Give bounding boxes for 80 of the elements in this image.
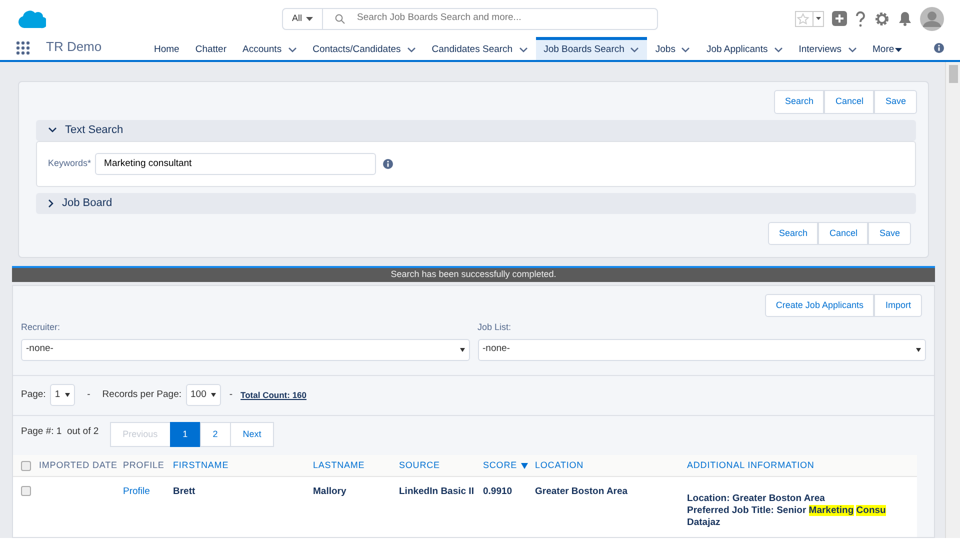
nav-tab[interactable]: Contacts/Candidates xyxy=(304,37,424,60)
chevron-right-icon xyxy=(48,198,54,208)
table-cell-text: Greater Boston Area xyxy=(535,485,628,499)
page-select[interactable]: 1 xyxy=(50,384,76,406)
profile-link[interactable]: Profile xyxy=(123,485,150,500)
nav-tab[interactable]: Job Boards Search xyxy=(536,37,648,60)
page-info: Page #: 1 out of 2 xyxy=(21,424,99,438)
caret-down-icon xyxy=(65,393,70,397)
chevron-down-icon xyxy=(48,127,57,133)
avatar-icon[interactable] xyxy=(920,6,944,30)
column-header: PROFILE xyxy=(123,458,164,472)
caret-down-icon xyxy=(895,48,902,52)
separator: - xyxy=(87,388,90,402)
action-button[interactable]: Import xyxy=(874,294,922,317)
info-line: Location: Greater Boston Area xyxy=(687,493,826,505)
column-header[interactable]: ADDITIONAL INFORMATION xyxy=(687,458,814,472)
total-count-link[interactable]: Total Count: 160 xyxy=(240,388,307,402)
pagination-button[interactable]: 1 xyxy=(170,422,201,447)
cloud-logo-icon xyxy=(16,8,46,28)
checkbox[interactable] xyxy=(21,460,31,470)
pagination-button[interactable]: 2 xyxy=(200,422,231,447)
caret-down-icon xyxy=(306,16,313,20)
records-label: Records per Page: xyxy=(102,388,182,402)
select-field[interactable]: -none- xyxy=(478,338,926,360)
pagination-button[interactable]: Next xyxy=(230,422,274,447)
search-field[interactable]: All Search Job Boards Search and more... xyxy=(282,8,658,30)
plus-icon[interactable] xyxy=(832,11,847,26)
bell-icon[interactable] xyxy=(898,11,912,26)
action-button[interactable]: Create Job Applicants xyxy=(764,294,874,317)
status-message: Search has been successfully completed. xyxy=(12,266,935,282)
app-name: TR Demo xyxy=(46,38,103,56)
nav-tab[interactable]: Interviews xyxy=(790,37,864,60)
action-button[interactable]: Search xyxy=(774,90,824,114)
action-button[interactable]: Save xyxy=(874,90,917,114)
section-header[interactable]: Job Board xyxy=(36,192,916,214)
star-dropdown-icon[interactable] xyxy=(795,10,824,26)
select-field[interactable]: -none- xyxy=(21,338,470,360)
keywords-field[interactable]: Marketing consultant xyxy=(95,152,376,174)
column-header[interactable]: LOCATION xyxy=(535,458,584,472)
table-cell-text: Brett xyxy=(173,485,196,499)
section-header[interactable]: Text Search xyxy=(36,120,916,140)
caret-down-icon xyxy=(460,348,464,352)
action-button[interactable]: Save xyxy=(868,222,911,245)
caret-down-icon xyxy=(916,348,921,352)
action-button[interactable]: Cancel xyxy=(818,222,868,245)
field-label: Keywords* xyxy=(48,156,92,170)
app-launcher-icon[interactable] xyxy=(16,41,30,55)
action-button[interactable]: Cancel xyxy=(824,90,874,114)
info-line: Preferred Job Title: Senior Marketing Consu xyxy=(687,505,887,517)
table-cell-text: Mallory xyxy=(313,485,346,499)
nav-tab[interactable]: Accounts xyxy=(234,37,305,60)
nav-tab[interactable]: Jobs xyxy=(647,37,698,60)
nav-tab[interactable]: More xyxy=(864,37,910,60)
settings-icon[interactable] xyxy=(874,10,890,26)
info-line: Datajaz xyxy=(687,517,722,529)
scrollbar[interactable] xyxy=(945,62,960,538)
separator: - xyxy=(229,388,233,402)
field-label: Job List: xyxy=(478,321,512,334)
scope-dropdown[interactable]: All xyxy=(283,8,323,28)
search-icon xyxy=(335,14,345,24)
nav-tab[interactable]: Candidates Search xyxy=(424,37,536,60)
table-cell-text: 0.9910 xyxy=(483,485,512,499)
field-label: Recruiter: xyxy=(21,321,62,334)
column-header[interactable]: SOURCE xyxy=(399,458,440,472)
info-icon xyxy=(383,158,394,168)
page-label: Page: xyxy=(21,388,46,402)
help-icon[interactable] xyxy=(855,10,866,26)
action-button[interactable]: Search xyxy=(768,222,818,245)
info-icon[interactable] xyxy=(934,43,944,53)
column-header[interactable]: LASTNAME xyxy=(313,458,365,472)
checkbox[interactable] xyxy=(21,486,31,496)
caret-down-icon xyxy=(211,393,216,397)
column-header[interactable]: FIRSTNAME xyxy=(173,458,229,472)
column-header[interactable]: SCORE xyxy=(483,458,528,472)
table-cell-text: LinkedIn Basic II xyxy=(399,485,474,499)
records-select[interactable]: 100 xyxy=(186,384,222,406)
column-header: IMPORTED DATE xyxy=(39,458,118,472)
nav-tab[interactable]: Job Applicants xyxy=(698,37,791,60)
nav-tab[interactable]: Home xyxy=(146,37,188,60)
nav-tab[interactable]: Chatter xyxy=(187,37,234,60)
